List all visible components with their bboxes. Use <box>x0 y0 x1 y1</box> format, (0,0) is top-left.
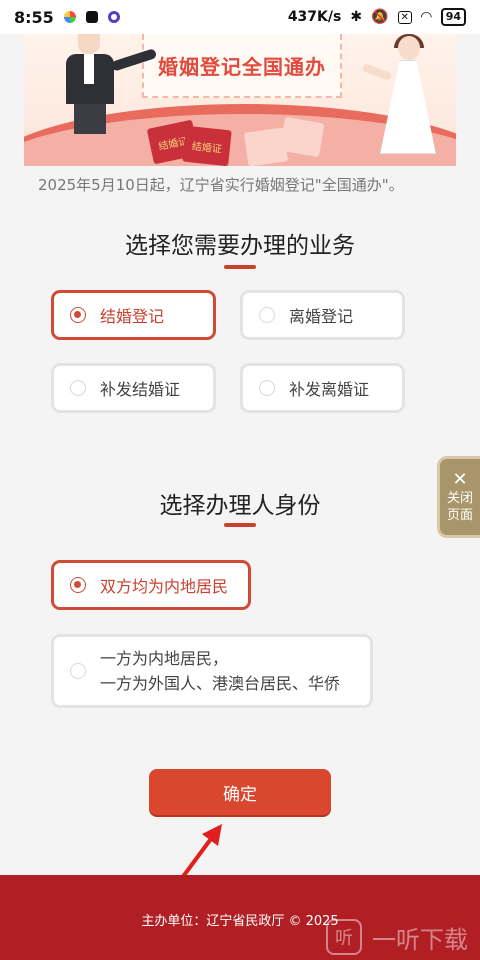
close-label-line1: 关闭 <box>446 491 473 506</box>
business-section-title: 选择您需要办理的业务 <box>125 233 355 259</box>
watermark-logo-icon: 听 <box>326 919 362 955</box>
confirm-button[interactable]: 确定 <box>149 769 331 815</box>
radio-icon <box>70 380 86 396</box>
identity-section-title: 选择办理人身份 <box>159 493 321 519</box>
bluetooth-icon: ✱ <box>350 9 363 25</box>
app-icon-circle <box>107 11 120 23</box>
footer: 主办单位：辽宁省民政厅 © 2025 听 一听下载 <box>0 875 480 960</box>
close-page-button[interactable]: ✕ 关闭 页面 <box>437 456 480 538</box>
option-reissue-marriage-certificate[interactable]: 补发结婚证 <box>51 363 216 413</box>
title-underline <box>224 523 256 527</box>
option-label: 结婚登记 <box>100 307 165 326</box>
marriage-certificate-icon: 结婚证 <box>182 125 232 166</box>
radio-icon <box>70 577 86 593</box>
watermark: 听 一听下载 <box>326 919 468 955</box>
banner-title: 婚姻登记全国通办 <box>158 54 326 79</box>
title-underline <box>224 265 256 269</box>
groom-illustration <box>64 34 158 134</box>
option-label-line1: 一方为内地居民， <box>100 649 229 668</box>
status-time: 8:55 <box>14 7 54 27</box>
battery-icon: 94 <box>440 8 466 26</box>
wifi-icon: ◠ <box>420 9 432 25</box>
arrow-annotation-icon <box>180 824 222 880</box>
option-reissue-divorce-certificate[interactable]: 补发离婚证 <box>240 363 405 413</box>
radio-icon <box>259 380 275 396</box>
option-label: 补发结婚证 <box>100 380 181 399</box>
radio-icon <box>259 307 275 323</box>
banner-sign: 婚姻登记全国通办 <box>142 34 342 98</box>
option-label: 补发离婚证 <box>289 380 370 399</box>
radio-icon <box>70 663 86 679</box>
notice-text: 2025年5月10日起，辽宁省实行婚姻登记"全国通办"。 <box>38 176 404 194</box>
close-icon: ✕ <box>452 469 468 490</box>
document-icon <box>279 116 325 158</box>
no-sim-icon: ✕ <box>397 10 412 24</box>
option-both-mainland[interactable]: 双方均为内地居民 <box>51 560 251 610</box>
watermark-text: 一听下载 <box>372 925 468 954</box>
status-bar: 8:55 437K/s ✱ 🔕 ✕ ◠ 94 <box>0 0 480 34</box>
tiktok-icon <box>85 11 98 23</box>
close-label-line2: 页面 <box>446 508 473 523</box>
option-label: 离婚登记 <box>289 307 354 326</box>
option-label-line2: 一方为外国人、港澳台居民、华侨 <box>100 674 341 693</box>
app-icon-photos <box>63 11 76 23</box>
option-one-mainland-one-foreign[interactable]: 一方为内地居民， 一方为外国人、港澳台居民、华侨 <box>51 634 373 708</box>
banner: 婚姻登记全国通办 结婚证 结婚证 <box>24 34 456 166</box>
option-divorce-registration[interactable]: 离婚登记 <box>240 290 405 340</box>
option-label: 一方为内地居民， 一方为外国人、港澳台居民、华侨 <box>100 646 340 696</box>
network-speed: 437K/s <box>287 9 342 25</box>
radio-icon <box>70 307 86 323</box>
mute-icon: 🔕 <box>371 9 389 25</box>
bride-illustration <box>361 34 436 154</box>
option-marriage-registration[interactable]: 结婚登记 <box>51 290 216 340</box>
option-label: 双方均为内地居民 <box>100 577 229 596</box>
